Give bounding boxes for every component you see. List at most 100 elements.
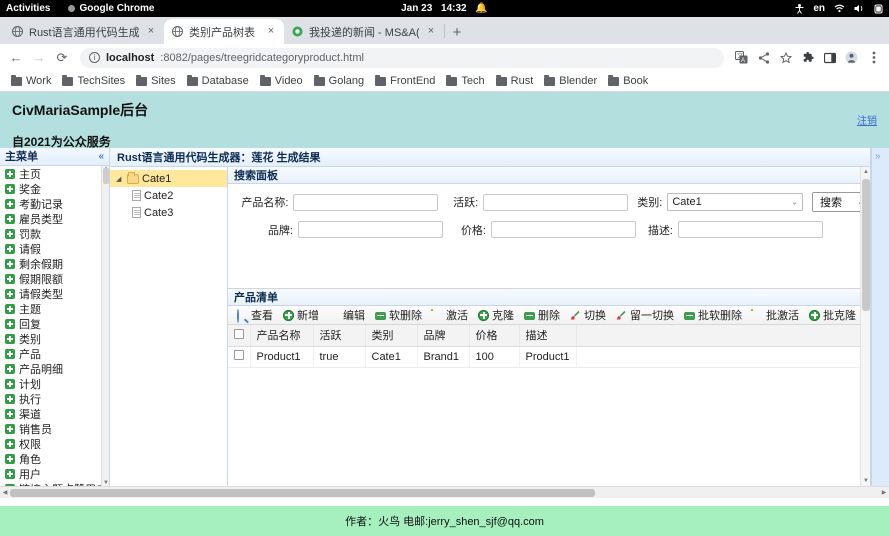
sidebar-item-qingjia[interactable]: 请假 [0, 242, 109, 257]
share-icon[interactable] [754, 48, 773, 67]
address-bar[interactable]: i localhost:8082/pages/treegridcategoryp… [80, 48, 724, 68]
accessibility-icon[interactable] [795, 4, 804, 14]
select-all-header[interactable] [228, 325, 250, 346]
sidebar-item-zhuye[interactable]: 主页 [0, 167, 109, 182]
bookmark-video[interactable]: Video [255, 73, 308, 89]
toolbar-add-button[interactable]: 新增 [278, 307, 324, 323]
sidebar-item-qingjialeixing[interactable]: 请假类型 [0, 287, 109, 302]
column-header-active[interactable]: 活跃 [313, 325, 365, 346]
bookmark-tech[interactable]: Tech [441, 73, 489, 89]
sidebar-item-chanpinmingxi[interactable]: 产品明细 [0, 362, 109, 377]
price-input[interactable] [491, 221, 636, 238]
browser-tab-3[interactable]: 我投递的新闻 - MS&A(M... × [284, 19, 444, 44]
scroll-left-arrow-icon[interactable]: ◀ [0, 489, 10, 496]
keyboard-layout-label[interactable]: en [813, 3, 825, 14]
column-header-description[interactable]: 描述 [519, 325, 576, 346]
bookmark-frontend[interactable]: FrontEnd [370, 73, 440, 89]
product-name-input[interactable] [293, 194, 438, 211]
volume-icon[interactable] [854, 4, 865, 13]
sidebar-item-huifu[interactable]: 回复 [0, 317, 109, 332]
sidebar-item-chanpin[interactable]: 产品 [0, 347, 109, 362]
profile-avatar-icon[interactable] [842, 48, 861, 67]
bookmark-database[interactable]: Database [182, 73, 254, 89]
toolbar-soft-delete-button[interactable]: 软删除 [370, 307, 427, 323]
reload-button[interactable]: ⟳ [52, 48, 72, 68]
toolbar-clone-button[interactable]: 克隆 [473, 307, 519, 323]
sidebar-item-fakuan[interactable]: 罚款 [0, 227, 109, 242]
activities-button[interactable]: Activities [6, 3, 50, 14]
browser-tab-1[interactable]: Rust语言通用代码生成器 × [4, 19, 164, 44]
toolbar-batch-soft-delete-button[interactable]: 批软删除 [679, 307, 747, 323]
select-all-checkbox[interactable] [234, 329, 244, 339]
site-info-icon[interactable]: i [89, 52, 100, 63]
new-tab-button[interactable]: + [445, 20, 469, 44]
vertical-scrollbar-thumb[interactable] [862, 179, 870, 311]
right-collapse-rail[interactable]: » [871, 148, 889, 486]
scroll-down-arrow-icon[interactable]: ▼ [861, 477, 870, 485]
sidebar-item-jiangjin[interactable]: 奖金 [0, 182, 109, 197]
bookmark-golang[interactable]: Golang [309, 73, 369, 89]
bookmark-book[interactable]: Book [603, 73, 653, 89]
bookmark-work[interactable]: Work [6, 73, 56, 89]
column-header-product-name[interactable]: 产品名称 [250, 325, 313, 346]
sidebar-item-xiaoshouyuan[interactable]: 销售员 [0, 422, 109, 437]
horizontal-scrollbar-thumb[interactable] [10, 489, 595, 497]
sidebar-item-shengyujiaqi[interactable]: 剩余假期 [0, 257, 109, 272]
category-select[interactable]: Cate1 ⌄ [667, 193, 802, 211]
sidebar-scrollbar-thumb[interactable] [103, 168, 109, 184]
sidebar-item-zhixing[interactable]: 执行 [0, 392, 109, 407]
sidebar-collapse-icon[interactable]: « [98, 151, 104, 162]
os-status-area[interactable]: en [795, 3, 883, 14]
right-panel-collapse-icon[interactable]: » [875, 151, 881, 162]
side-panel-icon[interactable] [820, 48, 839, 67]
sidebar-item-zhuti[interactable]: 主题 [0, 302, 109, 317]
browser-tab-2[interactable]: 类别产品树表 × [164, 19, 284, 44]
brand-input[interactable] [298, 221, 443, 238]
toolbar-delete-button[interactable]: 删除 [519, 307, 565, 323]
active-input[interactable] [483, 194, 628, 211]
column-header-category[interactable]: 类别 [365, 325, 417, 346]
main-pane-vertical-scrollbar[interactable]: ▲ ▼ [860, 167, 870, 486]
scroll-right-arrow-icon[interactable]: ▶ [879, 489, 889, 496]
page-horizontal-scrollbar[interactable]: ◀ ▶ [0, 486, 889, 498]
sidebar-item-qudao[interactable]: 渠道 [0, 407, 109, 422]
sidebar-item-juese[interactable]: 角色 [0, 452, 109, 467]
sidebar-scrollbar[interactable]: ▲ ▼ [101, 166, 109, 486]
active-app-indicator[interactable]: Google Chrome [68, 3, 154, 14]
toolbar-toggle-button[interactable]: 切换 [565, 307, 611, 323]
extensions-icon[interactable] [798, 48, 817, 67]
column-header-brand[interactable]: 品牌 [417, 325, 469, 346]
sidebar-item-quanxian[interactable]: 权限 [0, 437, 109, 452]
sidebar-item-jihua[interactable]: 计划 [0, 377, 109, 392]
sidebar-item-guyuanleixing[interactable]: 雇员类型 [0, 212, 109, 227]
toolbar-activate-button[interactable]: 激活 [427, 307, 473, 323]
chrome-menu-icon[interactable] [864, 48, 883, 67]
column-header-price[interactable]: 价格 [469, 325, 519, 346]
bookmark-star-icon[interactable] [776, 48, 795, 67]
sidebar-item-kaoqinjilu[interactable]: 考勤记录 [0, 197, 109, 212]
toolbar-view-button[interactable]: 查看 [232, 307, 278, 323]
table-row[interactable]: Product1 true Cate1 Brand1 100 Product1 [228, 346, 870, 367]
logout-link[interactable]: 注销 [857, 112, 877, 127]
scroll-up-arrow-icon[interactable]: ▲ [861, 168, 870, 176]
sidebar-item-jiaqixian'e[interactable]: 假期限额 [0, 272, 109, 287]
toolbar-batch-activate-button[interactable]: 批激活 [747, 307, 804, 323]
browser-tab-3-close-icon[interactable]: × [425, 26, 437, 38]
description-input[interactable] [678, 221, 823, 238]
tree-expand-icon[interactable]: ◢ [116, 175, 124, 183]
wifi-icon[interactable] [834, 4, 845, 13]
bookmark-rust[interactable]: Rust [491, 73, 539, 89]
back-button[interactable]: ← [6, 48, 26, 68]
translate-icon[interactable]: 文A [732, 48, 751, 67]
toolbar-batch-clone-button[interactable]: 批克隆 [804, 307, 861, 323]
toolbar-keep-one-toggle-button[interactable]: 留一切换 [611, 307, 679, 323]
sidebar-item-leibie[interactable]: 类别 [0, 332, 109, 347]
browser-tab-1-close-icon[interactable]: × [145, 26, 157, 38]
sidebar-item-yonghu[interactable]: 用户 [0, 467, 109, 482]
bookmark-techsites[interactable]: TechSites [57, 73, 130, 89]
tree-node-cate2[interactable]: Cate2 [110, 187, 227, 204]
row-select-cell[interactable] [228, 346, 250, 367]
power-icon[interactable] [874, 4, 883, 14]
browser-tab-2-close-icon[interactable]: × [265, 26, 277, 38]
row-checkbox[interactable] [234, 350, 244, 360]
